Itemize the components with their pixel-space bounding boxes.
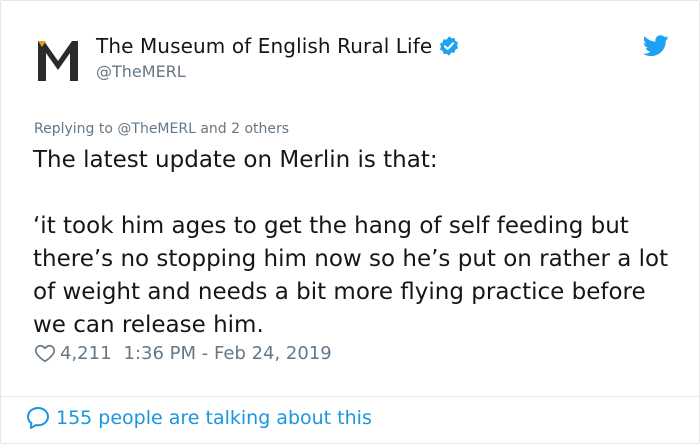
- replying-to-line: Replying to @TheMERL and 2 others: [34, 121, 289, 137]
- divider: [1, 396, 699, 397]
- replying-prefix: Replying to: [34, 121, 113, 137]
- heart-icon[interactable]: [34, 342, 56, 364]
- speech-bubble-icon: [27, 407, 49, 429]
- tweet-meta: 4,211 1:36 PM - Feb 24, 2019: [34, 342, 332, 364]
- tweet-card: The Museum of English Rural Life @TheMER…: [0, 0, 700, 444]
- account-names: The Museum of English Rural Life @TheMER…: [96, 31, 460, 81]
- replying-suffix[interactable]: and 2 others: [200, 121, 289, 137]
- twitter-bird-icon[interactable]: [643, 35, 669, 57]
- account-handle[interactable]: @TheMERL: [96, 62, 460, 81]
- replying-to-link[interactable]: @TheMERL: [117, 121, 196, 137]
- merl-logo-avatar[interactable]: [34, 37, 82, 85]
- verified-badge-icon: [440, 36, 459, 56]
- display-name[interactable]: The Museum of English Rural Life: [96, 34, 432, 58]
- conversation-label[interactable]: 155 people are talking about this: [56, 407, 372, 429]
- tweet-text: The latest update on Merlin is that: ‘it…: [33, 147, 669, 338]
- like-count[interactable]: 4,211: [60, 343, 112, 364]
- tweet-timestamp[interactable]: 1:36 PM - Feb 24, 2019: [124, 343, 332, 364]
- tweet-header: The Museum of English Rural Life @TheMER…: [34, 31, 669, 91]
- conversation-link[interactable]: 155 people are talking about this: [25, 405, 372, 431]
